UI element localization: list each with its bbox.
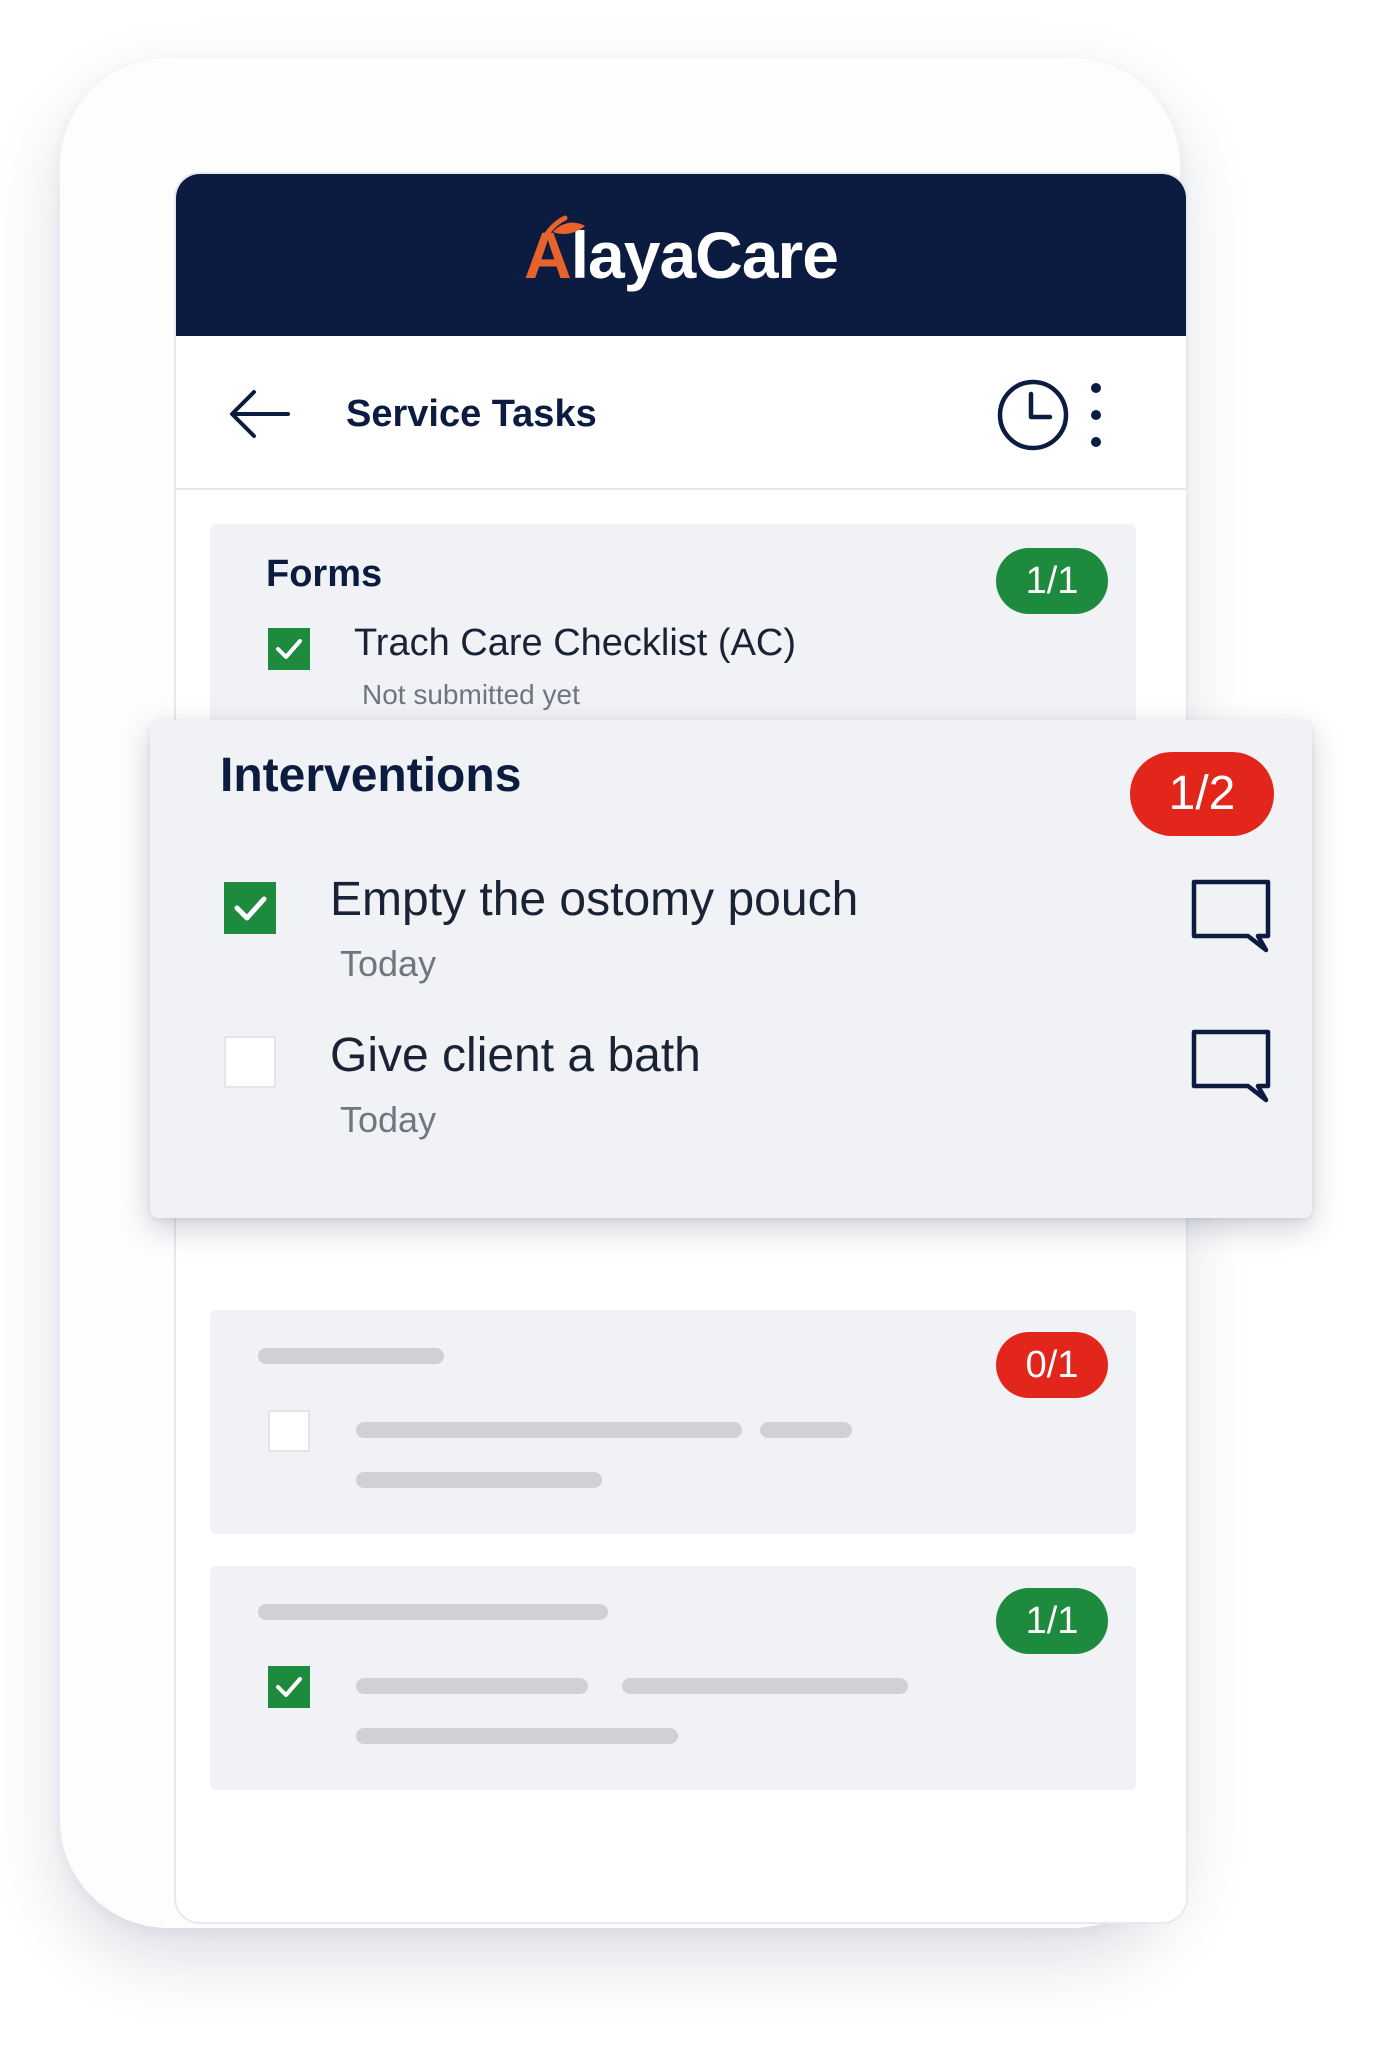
more-vertical-icon — [1091, 383, 1101, 447]
clock-icon — [997, 379, 1069, 451]
skeleton-line — [356, 1472, 602, 1488]
comment-button[interactable] — [1190, 1028, 1272, 1104]
placeholder-card: 1/1 — [210, 1566, 1136, 1790]
page-title: Service Tasks — [346, 393, 597, 435]
intervention-label[interactable]: Give client a bath — [330, 1028, 701, 1084]
comment-icon — [1191, 1029, 1271, 1103]
intervention-due: Today — [340, 943, 437, 984]
logo-wordmark: AlayaCare — [524, 215, 839, 292]
arrow-left-icon — [230, 390, 290, 438]
placeholder-card: 0/1 — [210, 1310, 1136, 1534]
card-title: Interventions — [220, 749, 522, 802]
brand-header: AlayaCare — [176, 174, 1186, 336]
interventions-card: Interventions 1/2 Empty the ostomy pouch… — [150, 720, 1312, 1218]
check-icon — [276, 1677, 302, 1697]
history-button[interactable] — [996, 378, 1070, 452]
intervention-checkbox[interactable] — [224, 1036, 276, 1088]
card-title: Forms — [266, 553, 383, 595]
skeleton-line — [622, 1678, 908, 1694]
status-badge: 0/1 — [996, 1332, 1108, 1398]
alayacare-logo: AlayaCare — [176, 174, 1186, 336]
skeleton-line — [356, 1728, 678, 1744]
skeleton-title — [258, 1348, 444, 1364]
skeleton-line — [356, 1678, 588, 1694]
form-checkbox[interactable] — [268, 628, 310, 670]
check-icon — [276, 639, 302, 659]
task-checkbox[interactable] — [268, 1666, 310, 1708]
status-badge: 1/2 — [1130, 752, 1274, 836]
intervention-due: Today — [340, 1099, 437, 1140]
status-badge: 1/1 — [996, 548, 1108, 614]
more-menu-button[interactable] — [1076, 378, 1116, 452]
form-item-status: Not submitted yet — [362, 679, 580, 710]
skeleton-line — [760, 1422, 852, 1438]
check-icon — [234, 896, 267, 921]
comment-button[interactable] — [1190, 878, 1272, 954]
status-badge: 1/1 — [996, 1588, 1108, 1654]
forms-card: Forms 1/1 Trach Care Checklist (AC) Not … — [210, 524, 1136, 748]
skeleton-line — [356, 1422, 742, 1438]
task-checkbox[interactable] — [268, 1410, 310, 1452]
app-bar: Service Tasks — [176, 336, 1186, 490]
form-item-label[interactable]: Trach Care Checklist (AC) — [354, 620, 796, 666]
back-button[interactable] — [226, 386, 292, 442]
comment-icon — [1191, 879, 1271, 953]
skeleton-title — [258, 1604, 608, 1620]
intervention-label[interactable]: Empty the ostomy pouch — [330, 872, 858, 928]
intervention-checkbox[interactable] — [224, 882, 276, 934]
